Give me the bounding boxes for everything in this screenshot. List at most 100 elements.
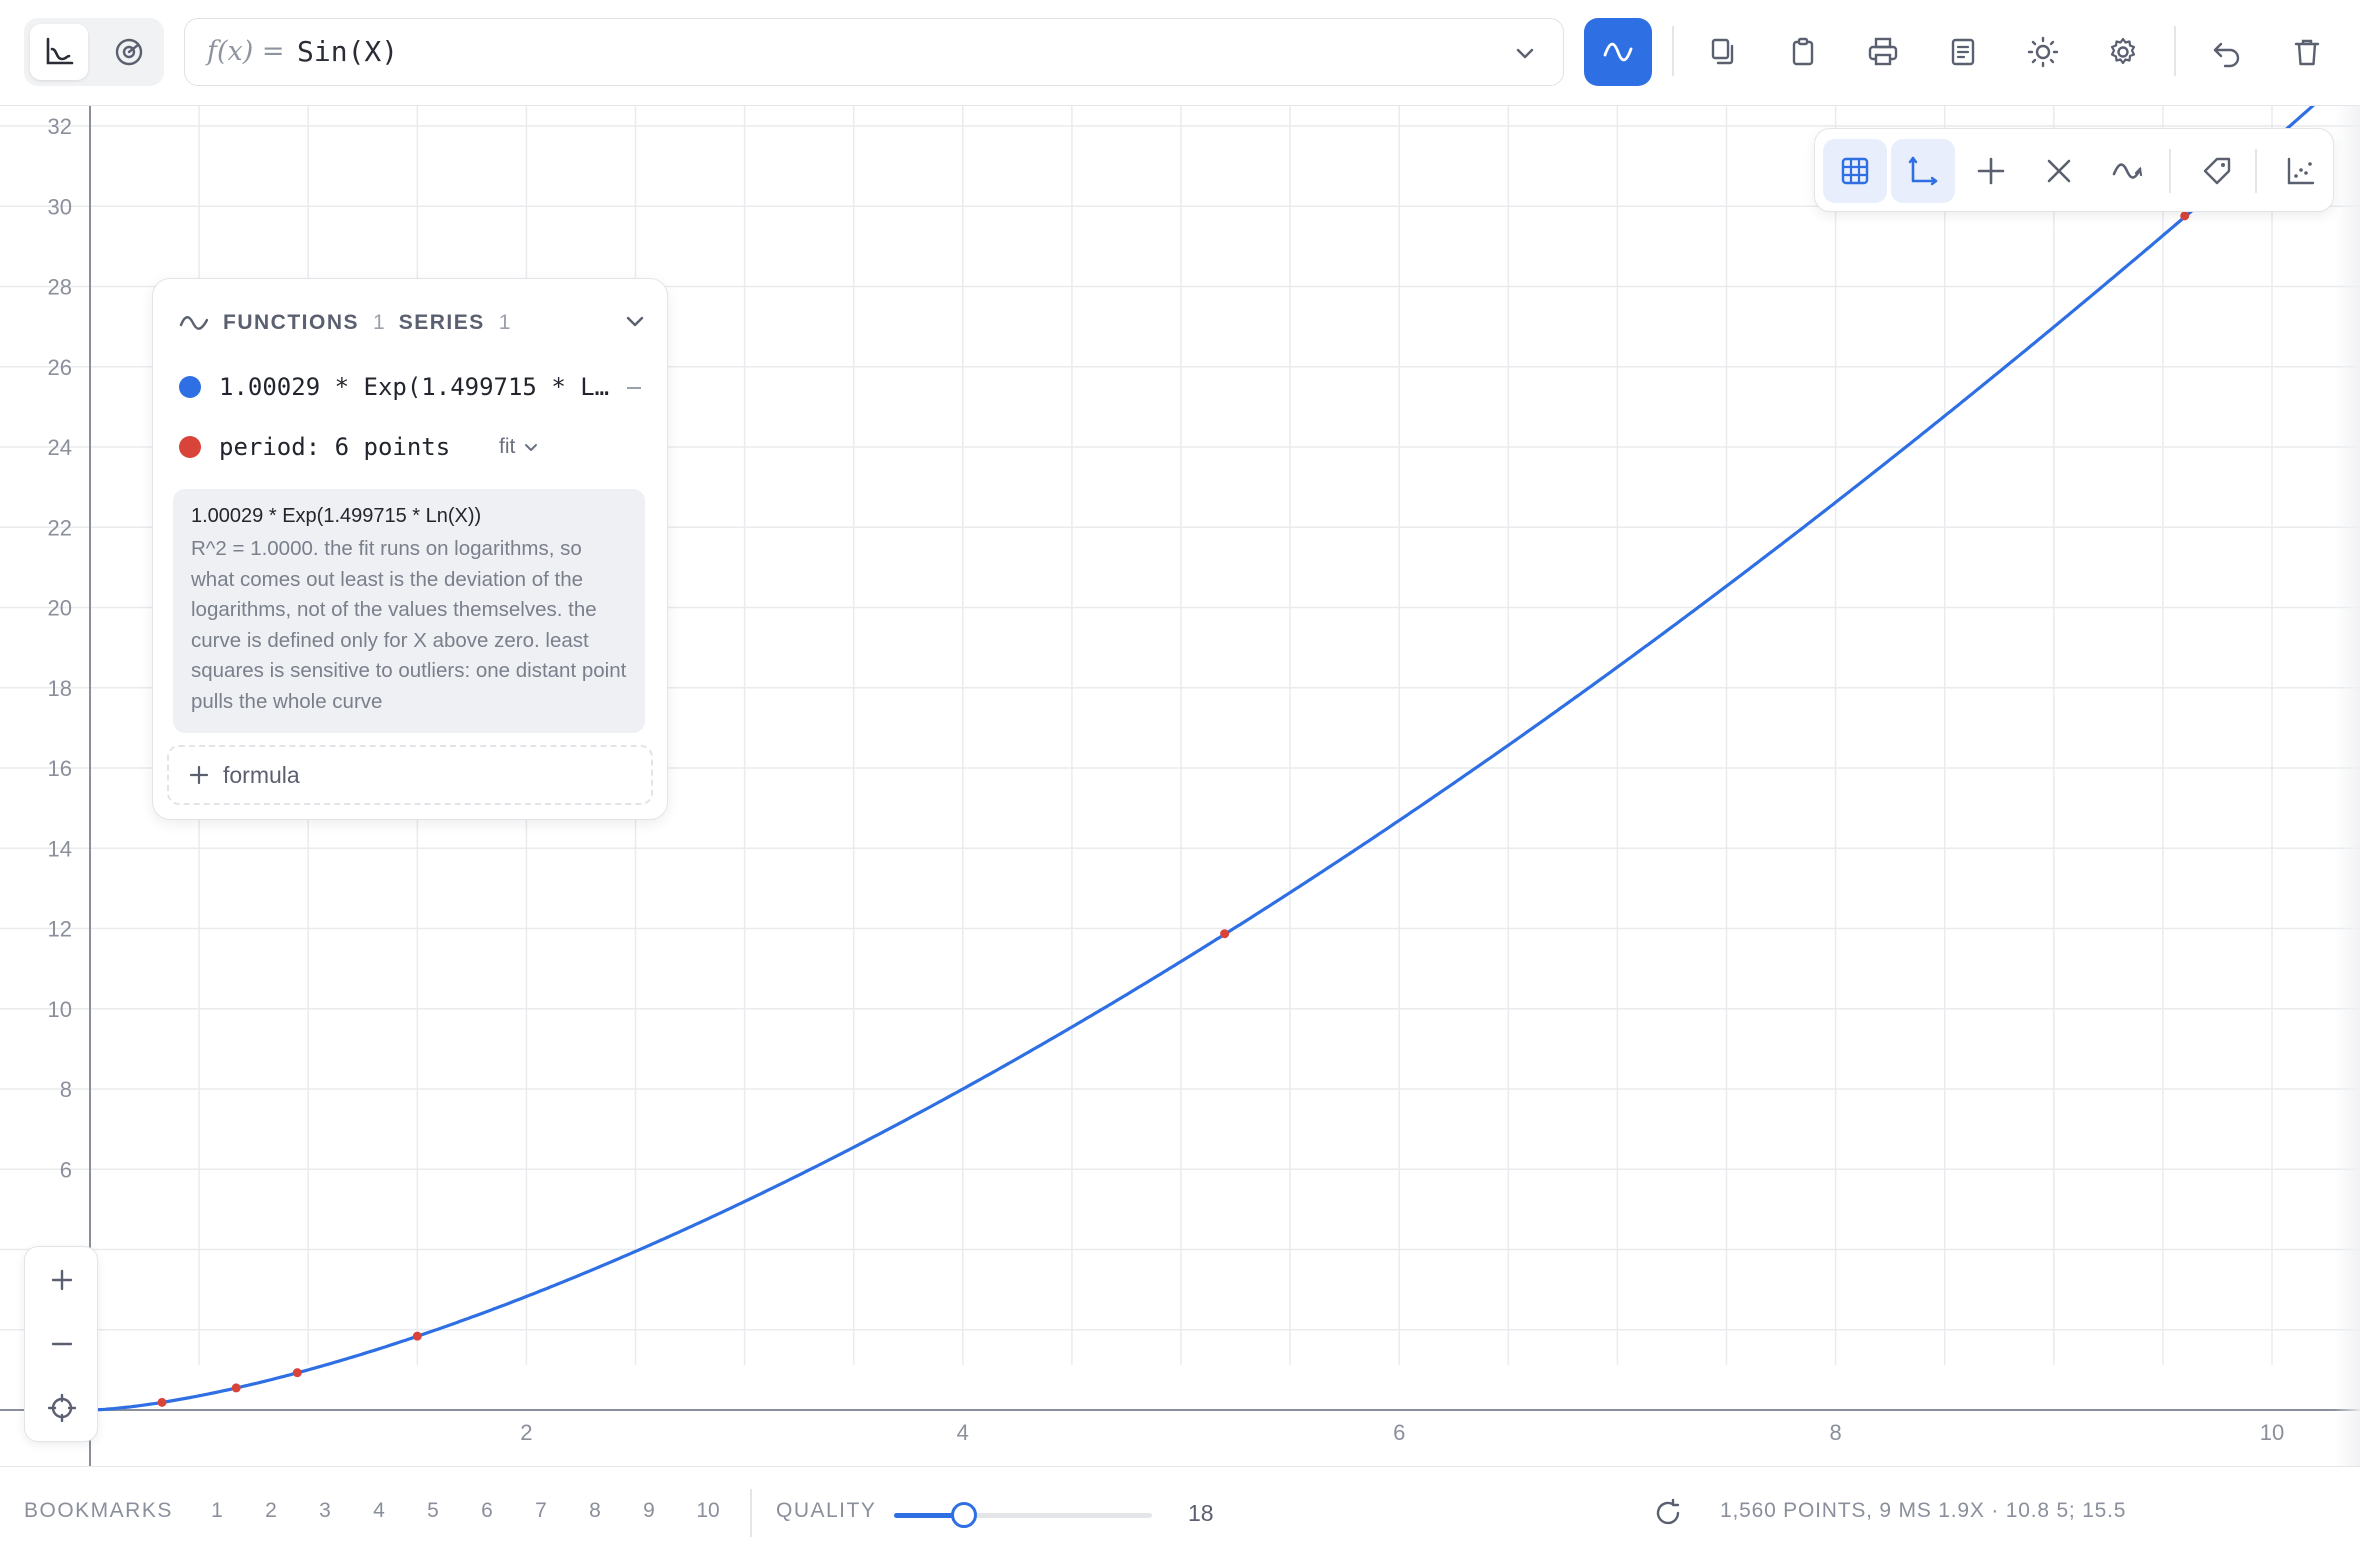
copy-button[interactable] bbox=[1698, 27, 1748, 77]
bookmark-4[interactable]: 4 bbox=[364, 1499, 394, 1523]
cross-x-icon bbox=[2047, 159, 2071, 183]
x-tick-label: 2 bbox=[520, 1420, 532, 1445]
x-tick-label: 4 bbox=[957, 1420, 969, 1445]
fx-label: f(x) = bbox=[207, 36, 285, 67]
panel-header[interactable]: FUNCTIONS 1 SERIES 1 bbox=[179, 303, 510, 343]
quality-slider[interactable] bbox=[894, 1502, 1152, 1528]
bookmark-7[interactable]: 7 bbox=[526, 1499, 556, 1523]
fit-label: fit bbox=[499, 435, 516, 458]
bookmark-1[interactable]: 1 bbox=[202, 1499, 232, 1523]
undo-icon bbox=[2213, 42, 2240, 68]
function-item[interactable]: 1.00029 * Exp(1.499715 * L… bbox=[179, 367, 609, 407]
trash-icon bbox=[2294, 39, 2320, 66]
bookmarks-label: BOOKMARKS bbox=[24, 1499, 173, 1522]
fit-formula: 1.00029 * Exp(1.499715 * Ln(X)) bbox=[191, 505, 482, 527]
refresh-icon[interactable] bbox=[1652, 1497, 1684, 1529]
print-button[interactable] bbox=[1858, 27, 1908, 77]
chevron-down-icon[interactable] bbox=[623, 309, 647, 333]
top-toolbar: f(x) = Sin(X) bbox=[0, 0, 2360, 106]
add-formula-button[interactable]: formula bbox=[167, 745, 653, 805]
chevron-down-icon[interactable] bbox=[1513, 41, 1537, 65]
series-point[interactable] bbox=[157, 1397, 167, 1407]
toolbar-divider bbox=[1672, 26, 1674, 76]
scatter-button[interactable] bbox=[2269, 139, 2333, 203]
bookmark-3[interactable]: 3 bbox=[310, 1499, 340, 1523]
bookmark-5[interactable]: 5 bbox=[418, 1499, 448, 1523]
x-tick-label: 6 bbox=[1393, 1420, 1405, 1445]
y-tick-label: 6 bbox=[60, 1157, 72, 1182]
toggle-axes-button[interactable] bbox=[1891, 139, 1955, 203]
y-tick-label: 10 bbox=[48, 997, 72, 1022]
toggle-grid-button[interactable] bbox=[1823, 139, 1887, 203]
remove-function-button[interactable] bbox=[627, 387, 641, 389]
zoom-controls bbox=[24, 1246, 98, 1442]
x-tick-label: 8 bbox=[1829, 1420, 1841, 1445]
series-item[interactable]: period: 6 points bbox=[179, 427, 450, 467]
quality-slider-knob[interactable] bbox=[950, 1502, 977, 1528]
x-tick-label: 10 bbox=[2260, 1420, 2284, 1445]
axes-icon bbox=[1908, 156, 1938, 186]
bookmark-8[interactable]: 8 bbox=[580, 1499, 610, 1523]
y-tick-label: 22 bbox=[48, 515, 72, 540]
y-tick-label: 20 bbox=[48, 596, 72, 621]
labels-button[interactable] bbox=[2185, 139, 2249, 203]
paste-button[interactable] bbox=[1778, 27, 1828, 77]
graphing-app: f(x) = Sin(X) 2 4 6 8 10 6 8 10 12 14 16… bbox=[0, 0, 2360, 1560]
theme-button[interactable] bbox=[2018, 27, 2068, 77]
axes-mode-button[interactable] bbox=[30, 24, 88, 80]
fit-description: R^2 = 1.0000. the fit runs on logarithms… bbox=[191, 537, 627, 713]
series-name: period: 6 points bbox=[219, 433, 451, 461]
y-tick-label: 32 bbox=[48, 114, 72, 139]
print-icon bbox=[1868, 37, 1898, 66]
y-tick-label: 26 bbox=[48, 355, 72, 380]
y-tick-label: 16 bbox=[48, 756, 72, 781]
axes-mode-icon bbox=[46, 37, 74, 65]
edge-fade bbox=[2334, 106, 2360, 1466]
reset-view-button[interactable] bbox=[37, 1383, 87, 1433]
zoom-in-button[interactable] bbox=[37, 1255, 87, 1305]
clear-all-button[interactable] bbox=[2282, 27, 2332, 77]
bookmark-10[interactable]: 10 bbox=[688, 1499, 728, 1523]
y-tick-label: 14 bbox=[48, 836, 72, 861]
curve-style-button[interactable] bbox=[2095, 139, 2159, 203]
fit-info-card: 1.00029 * Exp(1.499715 * Ln(X)) R^2 = 1.… bbox=[173, 489, 645, 733]
series-point[interactable] bbox=[231, 1383, 241, 1393]
series-label: SERIES bbox=[398, 311, 485, 334]
formula-text[interactable]: Sin(X) bbox=[297, 35, 398, 68]
plus-icon bbox=[189, 765, 209, 785]
bookmark-6[interactable]: 6 bbox=[472, 1499, 502, 1523]
add-formula-label: formula bbox=[223, 761, 300, 788]
mode-switch bbox=[24, 18, 164, 86]
scatter-icon bbox=[2287, 157, 2315, 185]
bookmark-2[interactable]: 2 bbox=[256, 1499, 286, 1523]
function-color-dot[interactable] bbox=[179, 376, 201, 398]
zoom-out-button[interactable] bbox=[37, 1319, 87, 1369]
bottom-divider bbox=[750, 1489, 752, 1537]
polar-mode-icon bbox=[115, 38, 143, 66]
y-tick-label: 18 bbox=[48, 676, 72, 701]
series-point[interactable] bbox=[412, 1331, 422, 1341]
fit-dropdown[interactable]: fit bbox=[499, 435, 539, 459]
notes-button[interactable] bbox=[1938, 27, 1988, 77]
wave-icon bbox=[2112, 163, 2143, 179]
chevron-down-icon bbox=[525, 444, 538, 451]
formula-input[interactable]: f(x) = Sin(X) bbox=[184, 18, 1564, 86]
intersections-button[interactable] bbox=[2027, 139, 2091, 203]
polar-mode-button[interactable] bbox=[100, 24, 158, 80]
status-readout: 1,560 POINTS, 9 MS 1.9X · 10.8 5; 15.5 bbox=[1720, 1499, 2127, 1522]
crosshair-button[interactable] bbox=[1959, 139, 2023, 203]
toolbar-divider bbox=[2174, 26, 2176, 76]
toolbar-divider bbox=[2255, 149, 2257, 193]
plot-button[interactable] bbox=[1584, 18, 1652, 86]
bookmark-9[interactable]: 9 bbox=[634, 1499, 664, 1523]
series-point[interactable] bbox=[2180, 211, 2190, 221]
undo-button[interactable] bbox=[2202, 27, 2252, 77]
series-point[interactable] bbox=[292, 1368, 302, 1378]
series-color-dot[interactable] bbox=[179, 436, 201, 458]
zoom-in-icon bbox=[51, 1269, 73, 1291]
tag-icon bbox=[2203, 157, 2231, 185]
grid-icon bbox=[1841, 157, 1869, 185]
bottom-bar: BOOKMARKS 1 2 3 4 5 6 7 8 9 10 QUALITY 1… bbox=[0, 1466, 2360, 1560]
series-point[interactable] bbox=[1220, 929, 1230, 939]
settings-button[interactable] bbox=[2098, 27, 2148, 77]
